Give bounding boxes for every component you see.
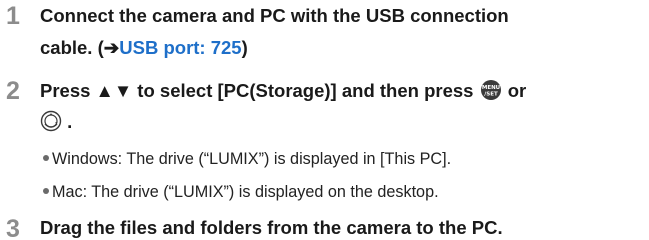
control-dial-icon	[40, 110, 62, 132]
step-number: 3	[6, 215, 20, 240]
step-1-close-paren: )	[241, 37, 248, 58]
step-2-or: or	[502, 80, 527, 101]
bullet-icon	[43, 188, 49, 194]
step-number: 2	[6, 77, 20, 105]
bullet-icon	[43, 155, 49, 161]
bullet-text: Mac: The drive (“LUMIX”) is displayed on…	[52, 183, 439, 201]
step-3-line-1: Drag the files and folders from the came…	[40, 217, 503, 239]
svg-text:/SET: /SET	[484, 92, 498, 98]
svg-text:MENU: MENU	[481, 85, 499, 91]
step-number: 1	[6, 2, 20, 30]
step-2-line-1: Press ▲▼ to select [PC(Storage)] and the…	[40, 80, 526, 102]
step-2-line-2: .	[40, 110, 72, 133]
step-1-line-2: cable. (➔USB port: 725)	[40, 37, 248, 59]
bullet-text: Windows: The drive (“LUMIX”) is displaye…	[52, 150, 452, 168]
step-1-text: Connect the camera and PC with the USB c…	[40, 5, 509, 26]
bullet-item-windows: Windows: The drive (“LUMIX”) is displaye…	[43, 149, 451, 169]
step-1-line-1: Connect the camera and PC with the USB c…	[40, 5, 509, 27]
step-2-period: .	[62, 111, 73, 132]
usb-port-link[interactable]: USB port: 725	[119, 37, 241, 58]
step-3-text: Drag the files and folders from the came…	[40, 217, 503, 238]
step-2-text: Press ▲▼ to select [PC(Storage)] and the…	[40, 80, 479, 101]
arrow-right-icon: ➔	[103, 37, 120, 58]
bullet-item-mac: Mac: The drive (“LUMIX”) is displayed on…	[43, 182, 439, 202]
step-1-text-cont: cable. (	[40, 37, 104, 58]
menu-set-button-icon: MENU/SET	[480, 80, 501, 100]
